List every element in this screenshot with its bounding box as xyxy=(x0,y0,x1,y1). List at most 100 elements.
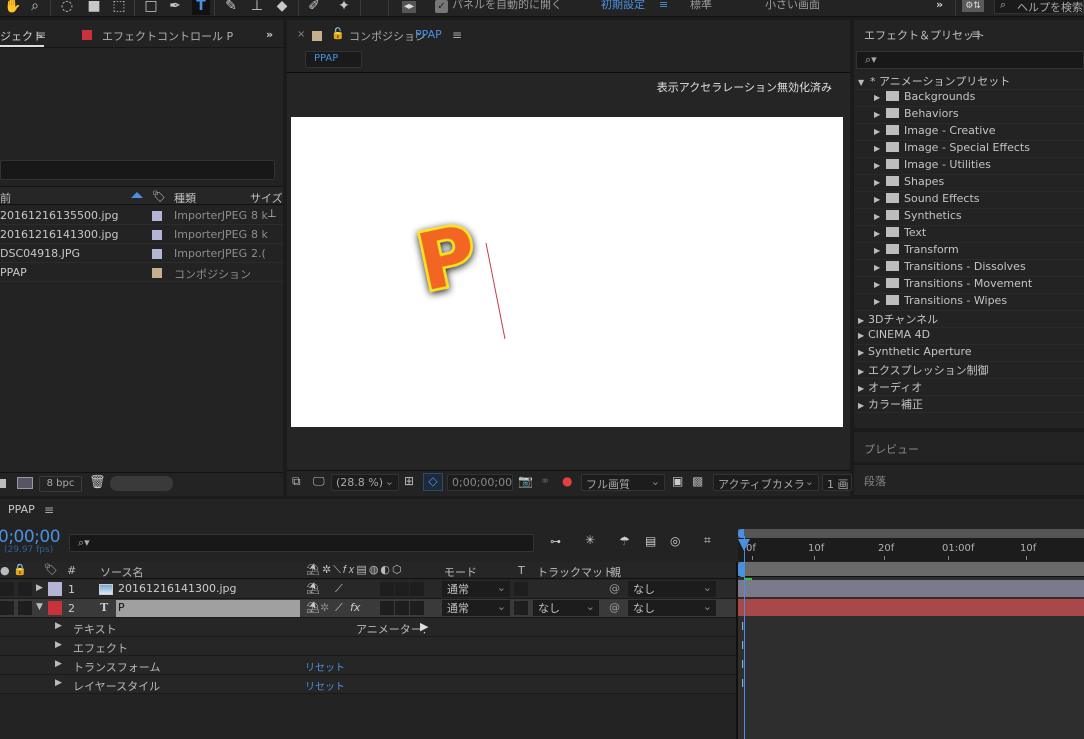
project-item[interactable]: DSC04918.JPG ImporterJPEG 2.( xyxy=(0,244,283,263)
view-layout-dropdown[interactable]: 1 画 xyxy=(822,474,852,491)
effects-panel-title[interactable]: エフェクト＆プリセット xyxy=(864,27,985,43)
magnification-dropdown[interactable]: (28.8 %) ⌄ xyxy=(331,474,399,491)
current-time-indicator[interactable] xyxy=(744,536,745,739)
effect-category[interactable]: ▶ CINEMA 4D xyxy=(854,328,1084,345)
effect-category[interactable]: ▶ オーディオ xyxy=(854,379,1084,396)
preset-folder[interactable]: ▶ Image - Utilities xyxy=(854,158,1084,175)
workspace-standard[interactable]: 標準 xyxy=(690,0,712,12)
effect-category[interactable]: ▶ Synthetic Aperture xyxy=(854,345,1084,362)
project-scrollbar[interactable] xyxy=(110,476,173,491)
lock-toggle[interactable] xyxy=(18,601,32,615)
switch-box[interactable] xyxy=(395,601,409,615)
composition-viewer[interactable]: 表示アクセラレーション無効化済み P xyxy=(287,72,850,468)
snapshot-camera-icon[interactable]: 📷 xyxy=(518,474,533,488)
property-row[interactable]: ▶ トランスフォーム リセット xyxy=(0,656,736,675)
lock-toggle[interactable] xyxy=(18,582,32,596)
shy-switch-icon[interactable]: ⛱ xyxy=(306,582,320,595)
effects-menu-icon[interactable]: ≡ xyxy=(971,27,981,41)
preserve-transparency-toggle[interactable] xyxy=(514,601,528,615)
interpret-footage-icon[interactable] xyxy=(0,479,6,488)
collapsed-triangle-icon[interactable]: ▶ xyxy=(874,110,886,119)
label-color-swatch[interactable] xyxy=(152,211,162,221)
twirl-triangle-icon[interactable]: ▼ xyxy=(36,602,43,612)
eraser-tool-icon[interactable]: ◆ xyxy=(273,0,291,15)
switch-box[interactable] xyxy=(410,582,424,596)
collapsed-triangle-icon[interactable]: ▶ xyxy=(874,229,886,238)
quality-switch-icon[interactable]: ⟋ xyxy=(335,582,343,596)
collapsed-triangle-icon[interactable]: ▶ xyxy=(874,280,886,289)
monitor-icon[interactable]: 🖵 xyxy=(313,474,325,489)
motion-blur-icon[interactable]: ◎ xyxy=(670,534,680,548)
column-size[interactable]: サイズ xyxy=(250,190,283,206)
region-of-interest-icon[interactable]: ▣ xyxy=(672,474,683,488)
sync-settings-icon[interactable]: ⚙⇅ xyxy=(962,0,984,12)
preset-folder[interactable]: ▶ Transitions - Wipes xyxy=(854,294,1084,311)
time-ruler[interactable]: 0f 10f 20f 01:00f 10f xyxy=(738,529,1084,561)
pick-whip-icon[interactable]: @ xyxy=(609,601,620,614)
preset-folder[interactable]: ▶ Shapes xyxy=(854,175,1084,192)
video-toggle[interactable] xyxy=(0,601,14,615)
collapsed-triangle-icon[interactable]: ▶ xyxy=(874,127,886,136)
timecode-display[interactable]: 0;00;00;00 xyxy=(447,474,513,491)
work-area-bar[interactable] xyxy=(738,529,1084,538)
property-row[interactable]: ▶ エフェクト xyxy=(0,637,736,656)
always-preview-icon[interactable]: ⧉ xyxy=(292,474,301,489)
preset-folder[interactable]: ▶ Image - Special Effects xyxy=(854,141,1084,158)
timeline-tab-comp-name[interactable]: PPAP xyxy=(8,503,35,516)
effect-category[interactable]: ▶ 3Dチャンネル xyxy=(854,311,1084,328)
lock-icon[interactable]: 🔓 xyxy=(331,27,345,40)
clone-stamp-tool-icon[interactable]: ⊥ xyxy=(248,0,266,15)
pen-tool-icon[interactable]: ✒ xyxy=(166,0,184,15)
twirl-triangle-icon[interactable]: ▶ xyxy=(55,621,62,631)
timeline-tracks[interactable] xyxy=(738,562,1084,739)
graph-editor-icon[interactable]: ⌗ xyxy=(704,533,711,548)
property-row[interactable]: ▶ テキスト アニメーター： ▶ xyxy=(0,618,736,637)
collapsed-triangle-icon[interactable]: ▶ xyxy=(858,331,868,340)
effect-category[interactable]: ▶ エクスプレッション制御 xyxy=(854,362,1084,379)
pick-whip-icon[interactable]: @ xyxy=(609,582,620,595)
twirl-triangle-icon[interactable]: ▶ xyxy=(55,659,62,669)
project-search-input[interactable] xyxy=(0,160,275,180)
quality-switch-icon[interactable]: ⟋ xyxy=(335,601,343,615)
panel-toggle-icon[interactable]: ◂▸ xyxy=(402,1,416,13)
layer-label-color[interactable] xyxy=(48,582,62,596)
roto-brush-tool-icon[interactable]: ✐ xyxy=(305,0,323,15)
effect-category[interactable]: ▶ カラー補正 xyxy=(854,396,1084,413)
collapsed-triangle-icon[interactable]: ▶ xyxy=(874,93,886,102)
preset-root-folder[interactable]: ▼ * アニメーションプリセット xyxy=(854,73,1084,90)
preset-folder[interactable]: ▶ Sound Effects xyxy=(854,192,1084,209)
zoom-tool-icon[interactable]: ⌕ xyxy=(26,0,44,15)
shy-layers-icon[interactable]: ☂ xyxy=(619,534,630,548)
layer-name[interactable]: P xyxy=(116,600,300,617)
layer-duration-bar[interactable] xyxy=(738,580,1084,597)
twirl-triangle-icon[interactable]: ▶ xyxy=(55,678,62,688)
auto-open-panels-checkbox[interactable]: ✓ xyxy=(435,0,448,13)
collapsed-triangle-icon[interactable]: ▶ xyxy=(874,212,886,221)
workspace-small-screen[interactable]: 小さい画面 xyxy=(765,0,820,12)
composition-mini-flowchart-icon[interactable]: ⊶ xyxy=(550,535,561,548)
animate-menu-icon[interactable]: ▶ xyxy=(420,620,428,633)
property-keyframe-marker[interactable]: I xyxy=(741,640,744,651)
preset-folder[interactable]: ▶ Transform xyxy=(854,243,1084,260)
sort-ascending-icon[interactable] xyxy=(131,192,143,198)
blend-mode-dropdown[interactable]: 通常 ⌄ xyxy=(442,600,510,616)
brush-tool-icon[interactable]: ✎ xyxy=(222,0,240,15)
resolution-dropdown[interactable]: フル画質 ⌄ xyxy=(581,474,665,491)
type-tool-icon[interactable]: T xyxy=(192,0,210,15)
tab-effect-controls[interactable]: エフェクトコントロール P xyxy=(102,28,233,44)
preset-folder[interactable]: ▶ Text xyxy=(854,226,1084,243)
preset-folder[interactable]: ▶ Backgrounds xyxy=(854,90,1084,107)
column-mode[interactable]: モード xyxy=(444,564,477,580)
switch-box[interactable] xyxy=(380,582,394,596)
transparency-grid-icon[interactable]: ▩ xyxy=(692,474,703,488)
collapsed-triangle-icon[interactable]: ▶ xyxy=(874,297,886,306)
preset-folder[interactable]: ▶ Synthetics xyxy=(854,209,1084,226)
property-row[interactable]: ▶ レイヤースタイル リセット xyxy=(0,675,736,694)
paragraph-panel-tab[interactable]: 段落 xyxy=(854,465,1084,495)
trash-icon[interactable]: 🗑 xyxy=(89,475,106,490)
layer-duration-bar[interactable] xyxy=(738,599,1084,616)
preserve-transparency-toggle[interactable] xyxy=(514,582,528,596)
collapsed-triangle-icon[interactable]: ▶ xyxy=(858,348,868,357)
project-item[interactable]: 20161216141300.jpg ImporterJPEG 8 k xyxy=(0,225,283,244)
video-toggle[interactable] xyxy=(0,582,14,596)
